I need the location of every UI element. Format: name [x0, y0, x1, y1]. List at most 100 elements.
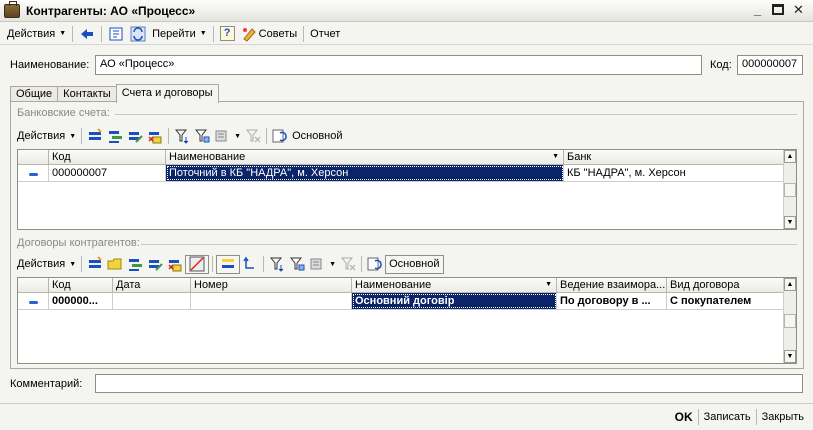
toolbar-divider: [72, 25, 74, 42]
move-up-level-button[interactable]: [240, 254, 260, 274]
edit-button[interactable]: [125, 126, 145, 146]
window-title: Контрагенты: АО «Процесс»: [26, 3, 196, 18]
folder-icon: [107, 258, 122, 270]
ok-button[interactable]: OK: [670, 407, 698, 427]
bank-main-button[interactable]: Основной: [290, 126, 344, 146]
column-header-mode[interactable]: Ведение взаимора...: [557, 278, 667, 292]
bank-accounts-title: Банковские счета:: [17, 107, 110, 119]
bank-refresh-button[interactable]: [270, 126, 290, 146]
filter-value-button[interactable]: [192, 126, 212, 146]
tab-panel-accounts-contracts: Банковские счета: Действия ▼ ▼ Основной …: [10, 101, 804, 369]
scroll-down-icon[interactable]: ▼: [784, 216, 796, 229]
tab-accounts-contracts[interactable]: Счета и договоры: [115, 84, 219, 103]
contracts-main-label: Основной: [389, 258, 440, 270]
column-header-name[interactable]: Наименование: [352, 278, 557, 292]
maximize-button[interactable]: [772, 4, 784, 15]
refresh-icon: [367, 257, 382, 271]
column-header-number[interactable]: Номер: [191, 278, 352, 292]
name-field[interactable]: АО «Процесс»: [95, 55, 702, 75]
cell-number[interactable]: [191, 293, 352, 309]
cell-bank[interactable]: КБ "НАДРА", м. Херсон: [564, 165, 784, 181]
clear-filter-button[interactable]: [243, 126, 263, 146]
cell-name[interactable]: Основний договір: [352, 293, 557, 309]
filter-list-icon: [310, 258, 322, 270]
comment-field[interactable]: [95, 374, 803, 393]
cell-code[interactable]: 000000...: [49, 293, 113, 309]
back-button[interactable]: [76, 24, 98, 44]
cell-code[interactable]: 000000007: [49, 165, 166, 181]
copy-row-icon: [129, 259, 143, 271]
hierarchy-icon: [222, 259, 235, 268]
filter-button[interactable]: [172, 126, 192, 146]
clear-filter-icon: [246, 129, 261, 143]
close-button[interactable]: Закрыть: [757, 407, 809, 427]
column-header-bank[interactable]: Банк: [564, 150, 784, 164]
delete-button[interactable]: [165, 254, 185, 274]
goto-menu[interactable]: Перейти ▼: [149, 24, 210, 44]
filter-value-button[interactable]: [287, 254, 307, 274]
toolbar-divider: [168, 128, 170, 144]
column-header-code[interactable]: Код: [49, 278, 113, 292]
filter-button[interactable]: [267, 254, 287, 274]
help-button[interactable]: ?: [217, 24, 238, 44]
minimize-button[interactable]: _: [749, 2, 766, 19]
code-field[interactable]: 000000007: [737, 55, 803, 75]
scroll-thumb[interactable]: [784, 314, 796, 328]
copy-button[interactable]: [105, 126, 125, 146]
section-divider: [141, 244, 797, 245]
filter-list-button[interactable]: ▼: [212, 126, 243, 146]
edit-button[interactable]: [145, 254, 165, 274]
structure-button[interactable]: [105, 24, 127, 44]
actions-menu-label: Действия: [7, 27, 56, 40]
scroll-down-icon[interactable]: ▼: [784, 350, 796, 363]
add-folder-button[interactable]: [105, 254, 125, 274]
report-button[interactable]: Отчет: [307, 24, 343, 44]
filter-list-icon: [215, 130, 227, 142]
title-bar: Контрагенты: АО «Процесс» _ ✕: [0, 0, 813, 22]
scroll-up-icon[interactable]: ▲: [784, 150, 796, 163]
column-header-date[interactable]: Дата: [113, 278, 191, 292]
cell-date[interactable]: [113, 293, 191, 309]
save-button[interactable]: Записать: [699, 407, 756, 427]
copy-button[interactable]: [125, 254, 145, 274]
actions-menu[interactable]: Действия ▼: [4, 24, 69, 44]
close-window-button[interactable]: ✕: [790, 2, 807, 19]
mark-deletion-button[interactable]: [185, 254, 210, 274]
filter-icon: [270, 257, 284, 272]
contracts-grid-scrollbar[interactable]: ▲ ▼: [783, 278, 796, 363]
comment-label: Комментарий:: [10, 378, 83, 390]
add-button[interactable]: [85, 126, 105, 146]
filter-list-button[interactable]: ▼: [307, 254, 338, 274]
refresh-button[interactable]: [127, 24, 149, 44]
row-marker-icon: [18, 165, 49, 181]
toolbar-divider: [303, 25, 305, 42]
bank-actions-menu[interactable]: Действия ▼: [15, 126, 78, 146]
add-button[interactable]: [85, 254, 105, 274]
delete-button[interactable]: [145, 126, 165, 146]
name-label: Наименование:: [10, 59, 90, 71]
tips-button[interactable]: Советы: [238, 24, 300, 44]
scroll-thumb[interactable]: [784, 183, 796, 197]
column-header-name[interactable]: Наименование: [166, 150, 564, 164]
hierarchy-button[interactable]: [216, 254, 241, 274]
edit-row-icon: [129, 132, 143, 143]
toolbar-divider: [212, 25, 214, 42]
column-header-type[interactable]: Вид договора: [667, 278, 784, 292]
contracts-actions-menu[interactable]: Действия ▼: [15, 254, 78, 274]
contracts-title: Договоры контрагентов:: [17, 237, 140, 249]
chevron-down-icon: ▼: [199, 30, 207, 37]
bank-grid-scrollbar[interactable]: ▲ ▼: [783, 150, 796, 229]
cell-type[interactable]: С покупателем: [667, 293, 784, 309]
table-row[interactable]: 000000... Основний договір По договору в…: [18, 293, 784, 310]
contracts-main-button[interactable]: Основной: [385, 254, 444, 274]
table-row[interactable]: 000000007 Поточний в КБ "НАДРА", м. Херс…: [18, 165, 784, 182]
cell-name[interactable]: Поточний в КБ "НАДРА", м. Херсон: [166, 165, 564, 181]
goto-menu-label: Перейти: [152, 27, 196, 40]
cell-mode[interactable]: По договору в ...: [557, 293, 667, 309]
column-header-code[interactable]: Код: [49, 150, 166, 164]
clear-filter-button[interactable]: [338, 254, 358, 274]
briefcase-icon: [4, 0, 20, 18]
main-toolbar: Действия ▼ Перейти ▼ ? Советы Отчет: [0, 23, 813, 45]
contracts-refresh-button[interactable]: [365, 254, 385, 274]
scroll-up-icon[interactable]: ▲: [784, 278, 796, 291]
